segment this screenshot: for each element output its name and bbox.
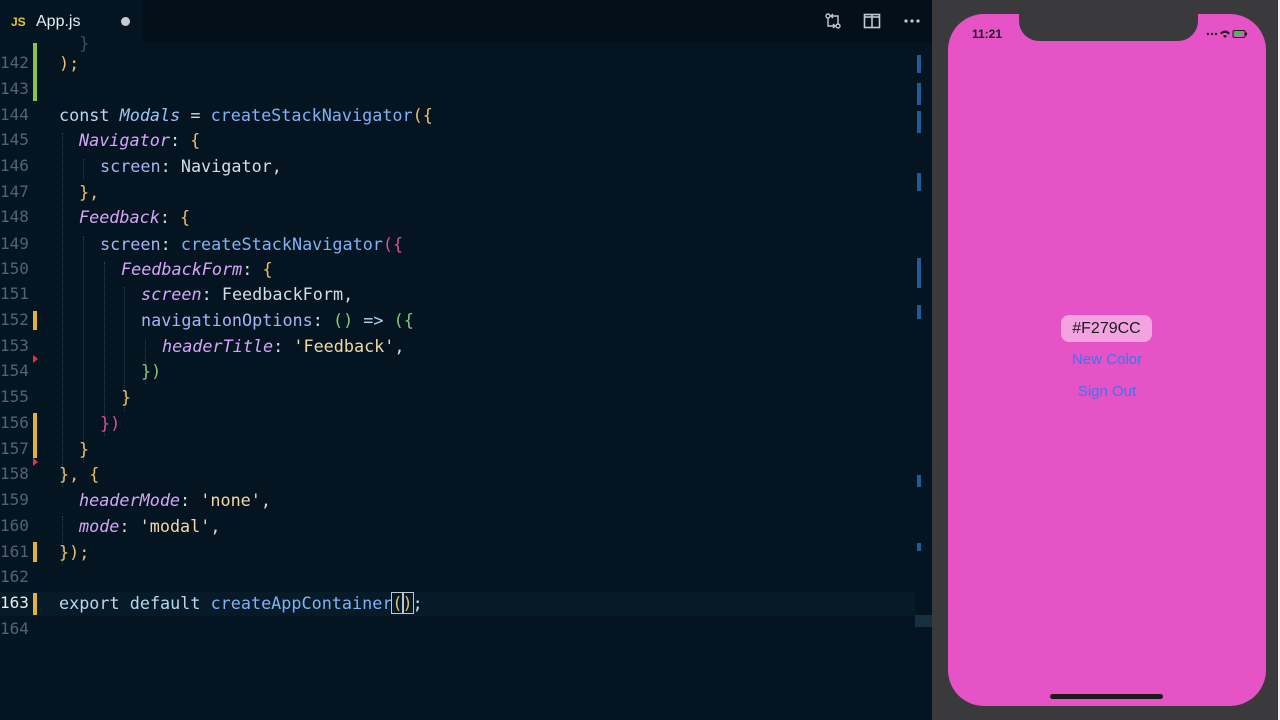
code-line: navigationOptions: () => ({ <box>141 310 414 330</box>
line-number: 158 <box>0 464 29 483</box>
tab-label: App.js <box>36 12 81 30</box>
battery-icon <box>1232 30 1247 38</box>
line-number: 155 <box>0 387 29 406</box>
code-line: }, <box>79 182 100 202</box>
code-line-fragment: } <box>59 33 90 53</box>
code-line: screen: createStackNavigator({ <box>100 234 404 254</box>
line-number: 146 <box>0 156 29 175</box>
ruler-mark <box>917 543 921 551</box>
line-number: 154 <box>0 361 29 380</box>
status-bar-time: 11:21 <box>972 27 1003 41</box>
ruler-mark <box>917 55 921 73</box>
code-editor[interactable]: JS App.js } 142 143 144 145 146 147 148 … <box>0 0 932 720</box>
git-deleted-marker[interactable] <box>33 458 38 466</box>
git-deleted-marker[interactable] <box>33 355 38 363</box>
code-line: headerTitle: 'Feedback', <box>162 336 405 356</box>
line-number: 148 <box>0 207 29 226</box>
tab-bar: JS App.js <box>0 0 932 43</box>
git-modified-marker[interactable] <box>33 413 37 458</box>
code-line: headerMode: 'none', <box>79 490 271 510</box>
ruler-mark <box>917 258 921 288</box>
matching-bracket: ) <box>401 592 414 614</box>
phone-screen: 11:21 #F279CC New Color Sign Out <box>948 14 1266 706</box>
indent-guide <box>104 262 105 436</box>
line-number: 162 <box>0 567 29 586</box>
line-number: 147 <box>0 182 29 201</box>
ruler-mark <box>917 173 921 191</box>
code-area[interactable]: } 142 143 144 145 146 147 148 149 150 15… <box>0 33 915 720</box>
code-line: }, { <box>59 464 100 484</box>
line-number: 152 <box>0 310 29 329</box>
code-line: const Modals = createStackNavigator({ <box>59 105 433 125</box>
line-number: 151 <box>0 284 29 303</box>
line-number: 149 <box>0 234 29 253</box>
indent-guide <box>83 236 84 462</box>
line-number: 161 <box>0 542 29 561</box>
line-number: 153 <box>0 336 29 355</box>
color-hex-label: #F279CC <box>1061 315 1152 342</box>
line-number: 144 <box>0 105 29 124</box>
simulator-window: 11:21 #F279CC New Color Sign Out <box>932 0 1280 720</box>
phone-notch <box>1019 14 1198 41</box>
line-number: 159 <box>0 490 29 509</box>
code-line: ); <box>59 53 80 73</box>
line-number: 157 <box>0 439 29 458</box>
git-added-marker[interactable] <box>33 43 37 101</box>
code-line: } <box>121 387 132 407</box>
code-line-active: export default createAppContainer(); <box>59 592 423 614</box>
code-line: } <box>79 439 90 459</box>
code-line: }) <box>100 413 121 433</box>
code-line: Navigator: { <box>79 130 201 150</box>
wifi-icon <box>1220 30 1230 38</box>
git-modified-marker[interactable] <box>33 593 37 615</box>
matching-bracket: ( <box>391 592 404 614</box>
line-number: 160 <box>0 516 29 535</box>
line-number: 156 <box>0 413 29 432</box>
unsaved-indicator-icon[interactable] <box>121 17 130 26</box>
indent-guide <box>83 159 84 179</box>
split-editor-icon[interactable] <box>863 12 881 30</box>
indent-guide <box>62 133 63 487</box>
more-actions-icon[interactable] <box>903 12 921 30</box>
signal-icon <box>1206 32 1218 36</box>
status-bar-icons <box>1206 30 1247 38</box>
ruler-mark <box>917 305 921 319</box>
home-indicator[interactable] <box>1050 694 1163 699</box>
code-line: screen: Navigator, <box>100 156 282 176</box>
ruler-mark <box>917 83 921 105</box>
code-line: }); <box>59 542 90 562</box>
js-file-icon: JS <box>11 14 26 29</box>
code-line: mode: 'modal', <box>79 516 221 536</box>
git-modified-marker[interactable] <box>33 311 37 330</box>
ruler-mark <box>917 111 921 133</box>
sign-out-button[interactable]: Sign Out <box>948 383 1266 400</box>
line-number-active: 163 <box>0 593 29 612</box>
ruler-mark <box>917 475 921 487</box>
line-number: 142 <box>0 53 29 72</box>
scrollbar-thumb[interactable] <box>915 615 932 627</box>
code-line: }) <box>141 361 162 381</box>
phone-frame: 11:21 #F279CC New Color Sign Out <box>932 0 1278 720</box>
code-line: Feedback: { <box>79 207 191 227</box>
code-line: screen: FeedbackForm, <box>141 284 354 304</box>
git-modified-marker[interactable] <box>33 542 37 562</box>
new-color-button[interactable]: New Color <box>948 351 1266 368</box>
compare-changes-icon[interactable] <box>824 12 842 30</box>
line-number: 143 <box>0 79 29 98</box>
line-number: 145 <box>0 130 29 149</box>
line-number: 150 <box>0 259 29 278</box>
line-number: 164 <box>0 619 29 638</box>
code-line: FeedbackForm: { <box>121 259 273 279</box>
